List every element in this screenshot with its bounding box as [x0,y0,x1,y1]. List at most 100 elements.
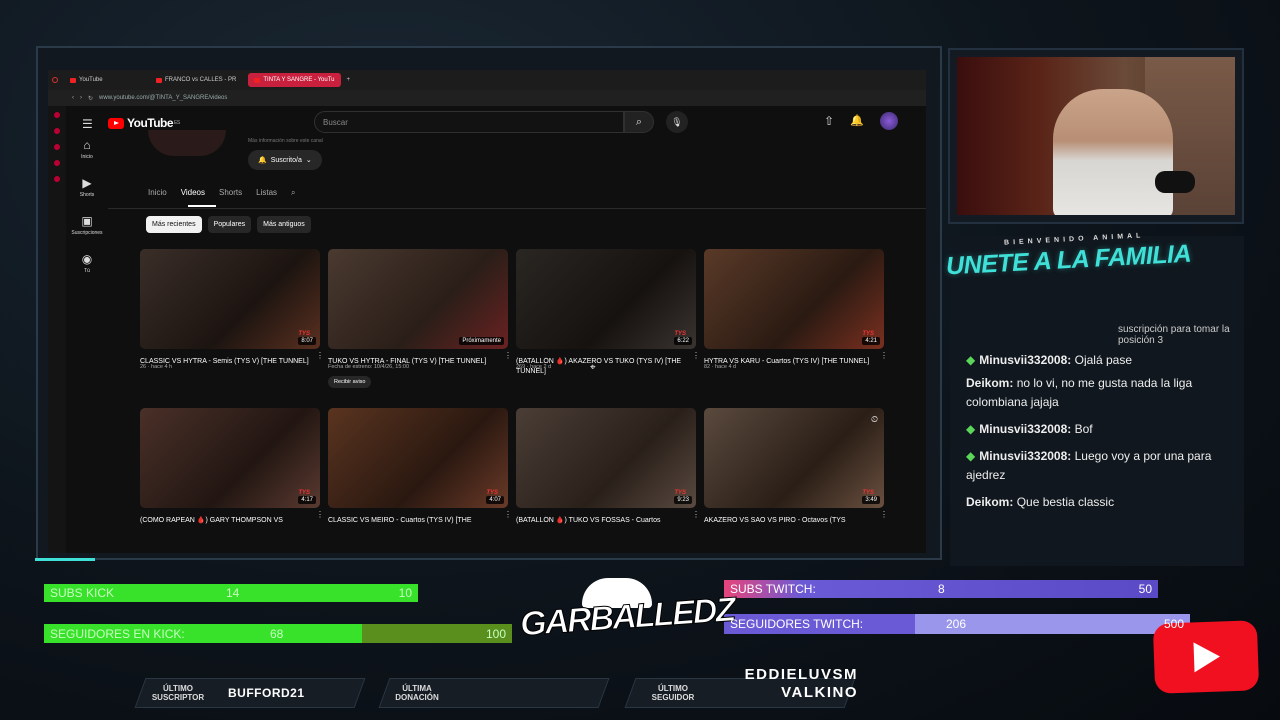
chip-mas-recientes[interactable]: Más recientes [146,216,202,233]
nav-tu[interactable]: ◉ Tú [66,252,108,274]
shorts-icon: ▶ [82,176,92,190]
subscribed-button[interactable]: 🔔 Suscrito/a ⌄ [248,150,322,170]
tab-label: TINTA Y SANGRE - YouTu [263,77,335,83]
video-title[interactable]: (COMO RAPEAN 🩸) GARY THOMPSON VS [140,516,310,536]
search-icon[interactable]: ⌕ [624,111,654,133]
video-card[interactable]: TYS ⏲ 3:49 AKAZERO VS SAO VS PIRO - Octavos… [704,408,888,524]
sidebar-app-icon[interactable] [54,144,60,150]
youtube-logo-icon [1152,620,1260,694]
nav-label: Tú [84,268,90,274]
chip-populares[interactable]: Populares [207,216,252,233]
reload-icon[interactable]: ↻ [88,95,93,102]
tab-inicio[interactable]: Inicio [148,188,167,198]
last-donation-label: ÚLTIMA DONACIÓN [395,684,439,702]
region-code: ES [174,120,180,126]
video-card[interactable]: TYS 6:22 (BATALLÓN 🩸) AKAZERO VS TUKO (TYS… [516,249,700,388]
tab-videos[interactable]: Videos [181,188,205,198]
tab-label: FRANCO vs CALLES - PR [165,77,237,83]
video-title[interactable]: (BATALLÓN 🩸) TUKO VS FOSSAS - Cuartos [516,516,686,536]
opera-icon[interactable] [52,77,58,83]
upload-icon[interactable]: ⇧ [824,114,834,128]
video-thumbnail[interactable]: TYS 4:17 [140,408,320,508]
video-card[interactable]: TYS 4:07 CLASSIC VS MEIRO - Cuartos (TYS I… [328,408,512,524]
video-thumbnail[interactable]: TYS 8:07 [140,249,320,349]
follower-name: VALKINO [781,684,858,701]
back-icon[interactable]: ‹ [72,95,74,101]
channel-info-link[interactable]: Más información sobre este canal [248,138,323,144]
tab-franco[interactable]: FRANCO vs CALLES - PR [150,73,242,87]
subscribe-label: Suscrito/a [270,156,302,164]
chip-mas-antiguos[interactable]: Más antiguos [257,216,311,233]
video-thumbnail[interactable]: TYS 9:23 [516,408,696,508]
video-duration: 6:22 [674,337,692,345]
new-tab-button[interactable]: + [347,77,351,83]
chat-goal: suscripción para tomar la posición 3 [1118,324,1230,346]
sidebar-app-icon[interactable] [54,160,60,166]
video-thumbnail[interactable]: TYS 6:22 [516,249,696,349]
video-thumbnail[interactable]: TYS 4:21 [704,249,884,349]
nav-suscripciones[interactable]: ▣ Suscripciones [66,214,108,236]
diamond-badge-icon: ◆ [966,422,976,436]
bar-goal: 500 [1163,617,1184,631]
bar-current: 206 [946,617,967,631]
watch-later-icon[interactable]: ⏲ [871,414,878,425]
address-bar[interactable]: ‹ › ↻ www.youtube.com/@TINTA_Y_SANGRE/vi… [48,90,926,106]
microphone-icon[interactable]: 🎙 [666,111,688,133]
nav-label: Inicio [81,154,93,160]
youtube-logo[interactable]: YouTube ES [108,116,180,130]
video-thumbnail[interactable]: Próximamente [328,249,508,349]
kick-subs-bar: SUBS KICK 14 10 [44,584,418,602]
webcam-feed [957,57,1235,215]
video-card[interactable]: Próximamente TUKO VS HYTRA - FINAL (TYS V… [328,249,512,388]
menu-icon[interactable]: ☰ [82,117,93,131]
video-card[interactable]: TYS 9:23 (BATALLÓN 🩸) TUKO VS FOSSAS - Cua… [516,408,700,524]
video-title[interactable]: CLASSIC VS MEIRO - Cuartos (TYS IV) [THE [328,516,498,536]
search-input[interactable]: Buscar [314,111,624,133]
video-card[interactable]: TYS 8:07 CLASSIC VS HYTRA - Semis (TYS V) … [140,249,324,388]
streamer [1053,89,1173,215]
video-card[interactable]: TYS 4:17 (COMO RAPEAN 🩸) GARY THOMPSON VS ⋮ [140,408,324,524]
youtube-page: ☰ YouTube ES Buscar ⌕ 🎙 ⇧ 🔔 ⌂ Inicio ▶ Shor… [66,106,926,553]
you-icon: ◉ [81,252,93,266]
nav-label: Suscripciones [71,230,103,236]
sidebar-app-icon[interactable] [54,112,60,118]
bar-goal: 100 [485,626,506,641]
tab-youtube[interactable]: YouTube [64,73,144,87]
video-thumbnail[interactable]: TYS ⏲ 3:49 [704,408,884,508]
diamond-badge-icon: ◆ [966,354,976,366]
video-duration: 9:23 [674,496,692,504]
browser-sidebar [48,106,66,553]
video-thumbnail[interactable]: TYS 4:07 [328,408,508,508]
account-avatar[interactable] [880,112,898,130]
video-duration: 3:49 [862,496,880,504]
last-sub-value: BUFFORD21 [228,686,305,700]
forward-icon[interactable]: › [80,95,82,101]
sort-chips: Más recientes Populares Más antiguos [146,216,311,233]
twitch-subs-bar: SUBS TWITCH: 8 50 [724,580,1158,598]
sidebar-app-icon[interactable] [54,176,60,182]
chat-message: ◆ Minusvii332008: Bof [966,420,1236,439]
notify-me-button[interactable]: Recibir aviso [328,376,372,388]
sidebar-app-icon[interactable] [54,128,60,134]
video-card[interactable]: TYS 4:21 HYTRA VS KARU - Cuartos (TYS IV) … [704,249,888,388]
channel-avatar[interactable] [148,130,226,156]
bar-current: 14 [226,586,240,600]
notifications-icon[interactable]: 🔔 [850,114,864,127]
nav-inicio[interactable]: ⌂ Inicio [66,138,108,160]
chat-message: Deikom: no lo vi, no me gusta nada la li… [966,374,1236,412]
nav-shorts[interactable]: ▶ Shorts [66,176,108,198]
url-text[interactable]: www.youtube.com/@TINTA_Y_SANGRE/videos [99,95,227,101]
tab-listas[interactable]: Listas [256,188,277,198]
bar-goal: 10 [398,586,412,600]
youtube-play-icon [108,117,124,129]
bar-label: SEGUIDORES TWITCH: [730,617,864,631]
browser-window: YouTube FRANCO vs CALLES - PR TINTA Y SA… [48,70,926,553]
active-tab-underline [188,205,216,207]
channel-search-icon[interactable]: ⌕ [291,188,295,198]
brand-name: GARBALLEDZ [518,590,736,644]
chat-message: ◆ Minusvii332008: Ojalá pase [966,354,1236,366]
chat-username: Minusvii332008: [979,354,1072,366]
tab-shorts[interactable]: Shorts [219,188,242,198]
video-title[interactable]: AKAZERO VS SAO VS PIRO - Octavos (TYS [704,516,874,536]
tab-tinta-y-sangre[interactable]: TINTA Y SANGRE - YouTu [248,73,341,87]
